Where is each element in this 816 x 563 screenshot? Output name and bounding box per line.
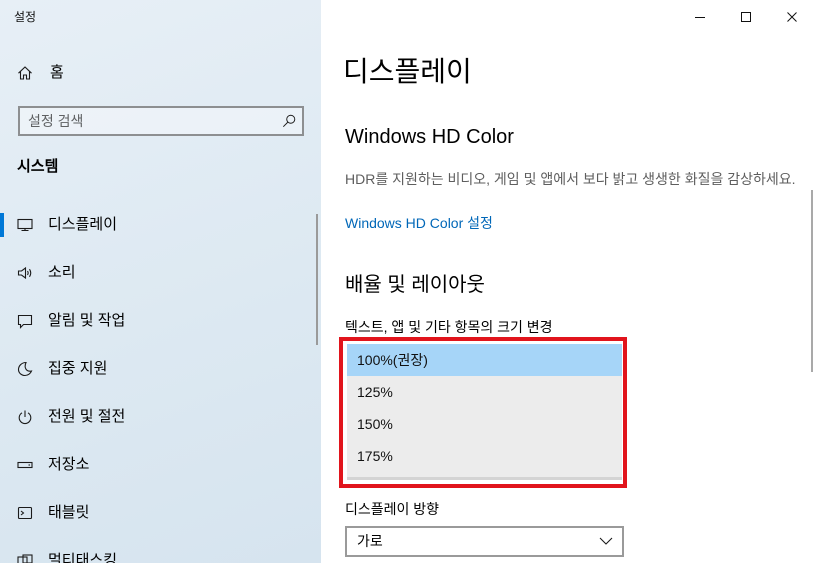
notification-icon	[17, 313, 33, 329]
chevron-down-icon	[599, 537, 613, 545]
scale-layout-heading: 배율 및 레이아웃	[345, 274, 485, 296]
home-icon	[17, 65, 33, 81]
scale-label: 텍스트, 앱 및 기타 항목의 크기 변경	[345, 319, 553, 335]
sidebar-item-power[interactable]: 전원 및 절전	[0, 393, 321, 441]
sidebar-item-label: 소리	[48, 264, 76, 281]
monitor-icon	[17, 217, 33, 233]
speaker-icon	[17, 265, 33, 281]
orientation-label: 디스플레이 방향	[345, 501, 440, 517]
page-title: 디스플레이	[343, 56, 472, 87]
sidebar-item-storage[interactable]: 저장소	[0, 441, 321, 489]
sidebar-item-label: 멀티태스킹	[48, 552, 118, 563]
maximize-button[interactable]	[723, 0, 769, 32]
minimize-button[interactable]	[677, 0, 723, 32]
sidebar-item-label: 저장소	[48, 456, 90, 473]
minimize-icon	[695, 17, 705, 18]
app-title: 설정	[14, 10, 37, 24]
multitasking-icon	[17, 553, 33, 563]
sidebar-item-display[interactable]: 디스플레이	[0, 201, 321, 249]
sidebar-item-label: 디스플레이	[48, 216, 118, 233]
sidebar-item-label: 알림 및 작업	[48, 312, 126, 329]
maximize-icon	[741, 12, 751, 22]
orientation-select[interactable]: 가로	[345, 526, 624, 557]
hd-color-heading: Windows HD Color	[345, 126, 514, 148]
moon-icon	[17, 361, 33, 377]
section-title: 시스템	[17, 158, 59, 175]
home-button[interactable]: 홈	[0, 57, 321, 89]
search-input[interactable]	[28, 111, 268, 131]
sidebar-item-label: 집중 지원	[48, 360, 108, 377]
sidebar-scrollbar[interactable]	[316, 214, 318, 345]
home-label: 홈	[50, 64, 64, 81]
sidebar-item-sound[interactable]: 소리	[0, 249, 321, 297]
hd-color-settings-link[interactable]: Windows HD Color 설정	[345, 213, 493, 233]
highlight-annotation-box	[339, 337, 627, 488]
sidebar-item-label: 전원 및 절전	[48, 408, 126, 425]
search-icon[interactable]	[282, 114, 296, 128]
sidebar-item-multitasking[interactable]: 멀티태스킹	[0, 537, 321, 563]
close-icon	[787, 12, 797, 22]
storage-icon	[17, 457, 33, 473]
main-content: 디스플레이 Windows HD Color HDR를 지원하는 비디오, 게임…	[321, 0, 816, 563]
search-box[interactable]	[18, 106, 304, 136]
close-button[interactable]	[769, 0, 815, 32]
sidebar-item-tablet[interactable]: 태블릿	[0, 489, 321, 537]
tablet-icon	[17, 505, 33, 521]
power-icon	[17, 409, 33, 425]
sidebar-item-label: 태블릿	[48, 504, 90, 521]
sidebar-item-focus-assist[interactable]: 집중 지원	[0, 345, 321, 393]
sidebar: 설정 홈 시스템 디스플레이 소리 알림 및 작업 집중 지원	[0, 0, 321, 563]
orientation-value: 가로	[357, 533, 383, 549]
main-scrollbar[interactable]	[811, 190, 813, 372]
sidebar-item-notifications[interactable]: 알림 및 작업	[0, 297, 321, 345]
hd-color-description: HDR를 지원하는 비디오, 게임 및 앱에서 보다 밝고 생생한 화질을 감상…	[345, 171, 796, 187]
